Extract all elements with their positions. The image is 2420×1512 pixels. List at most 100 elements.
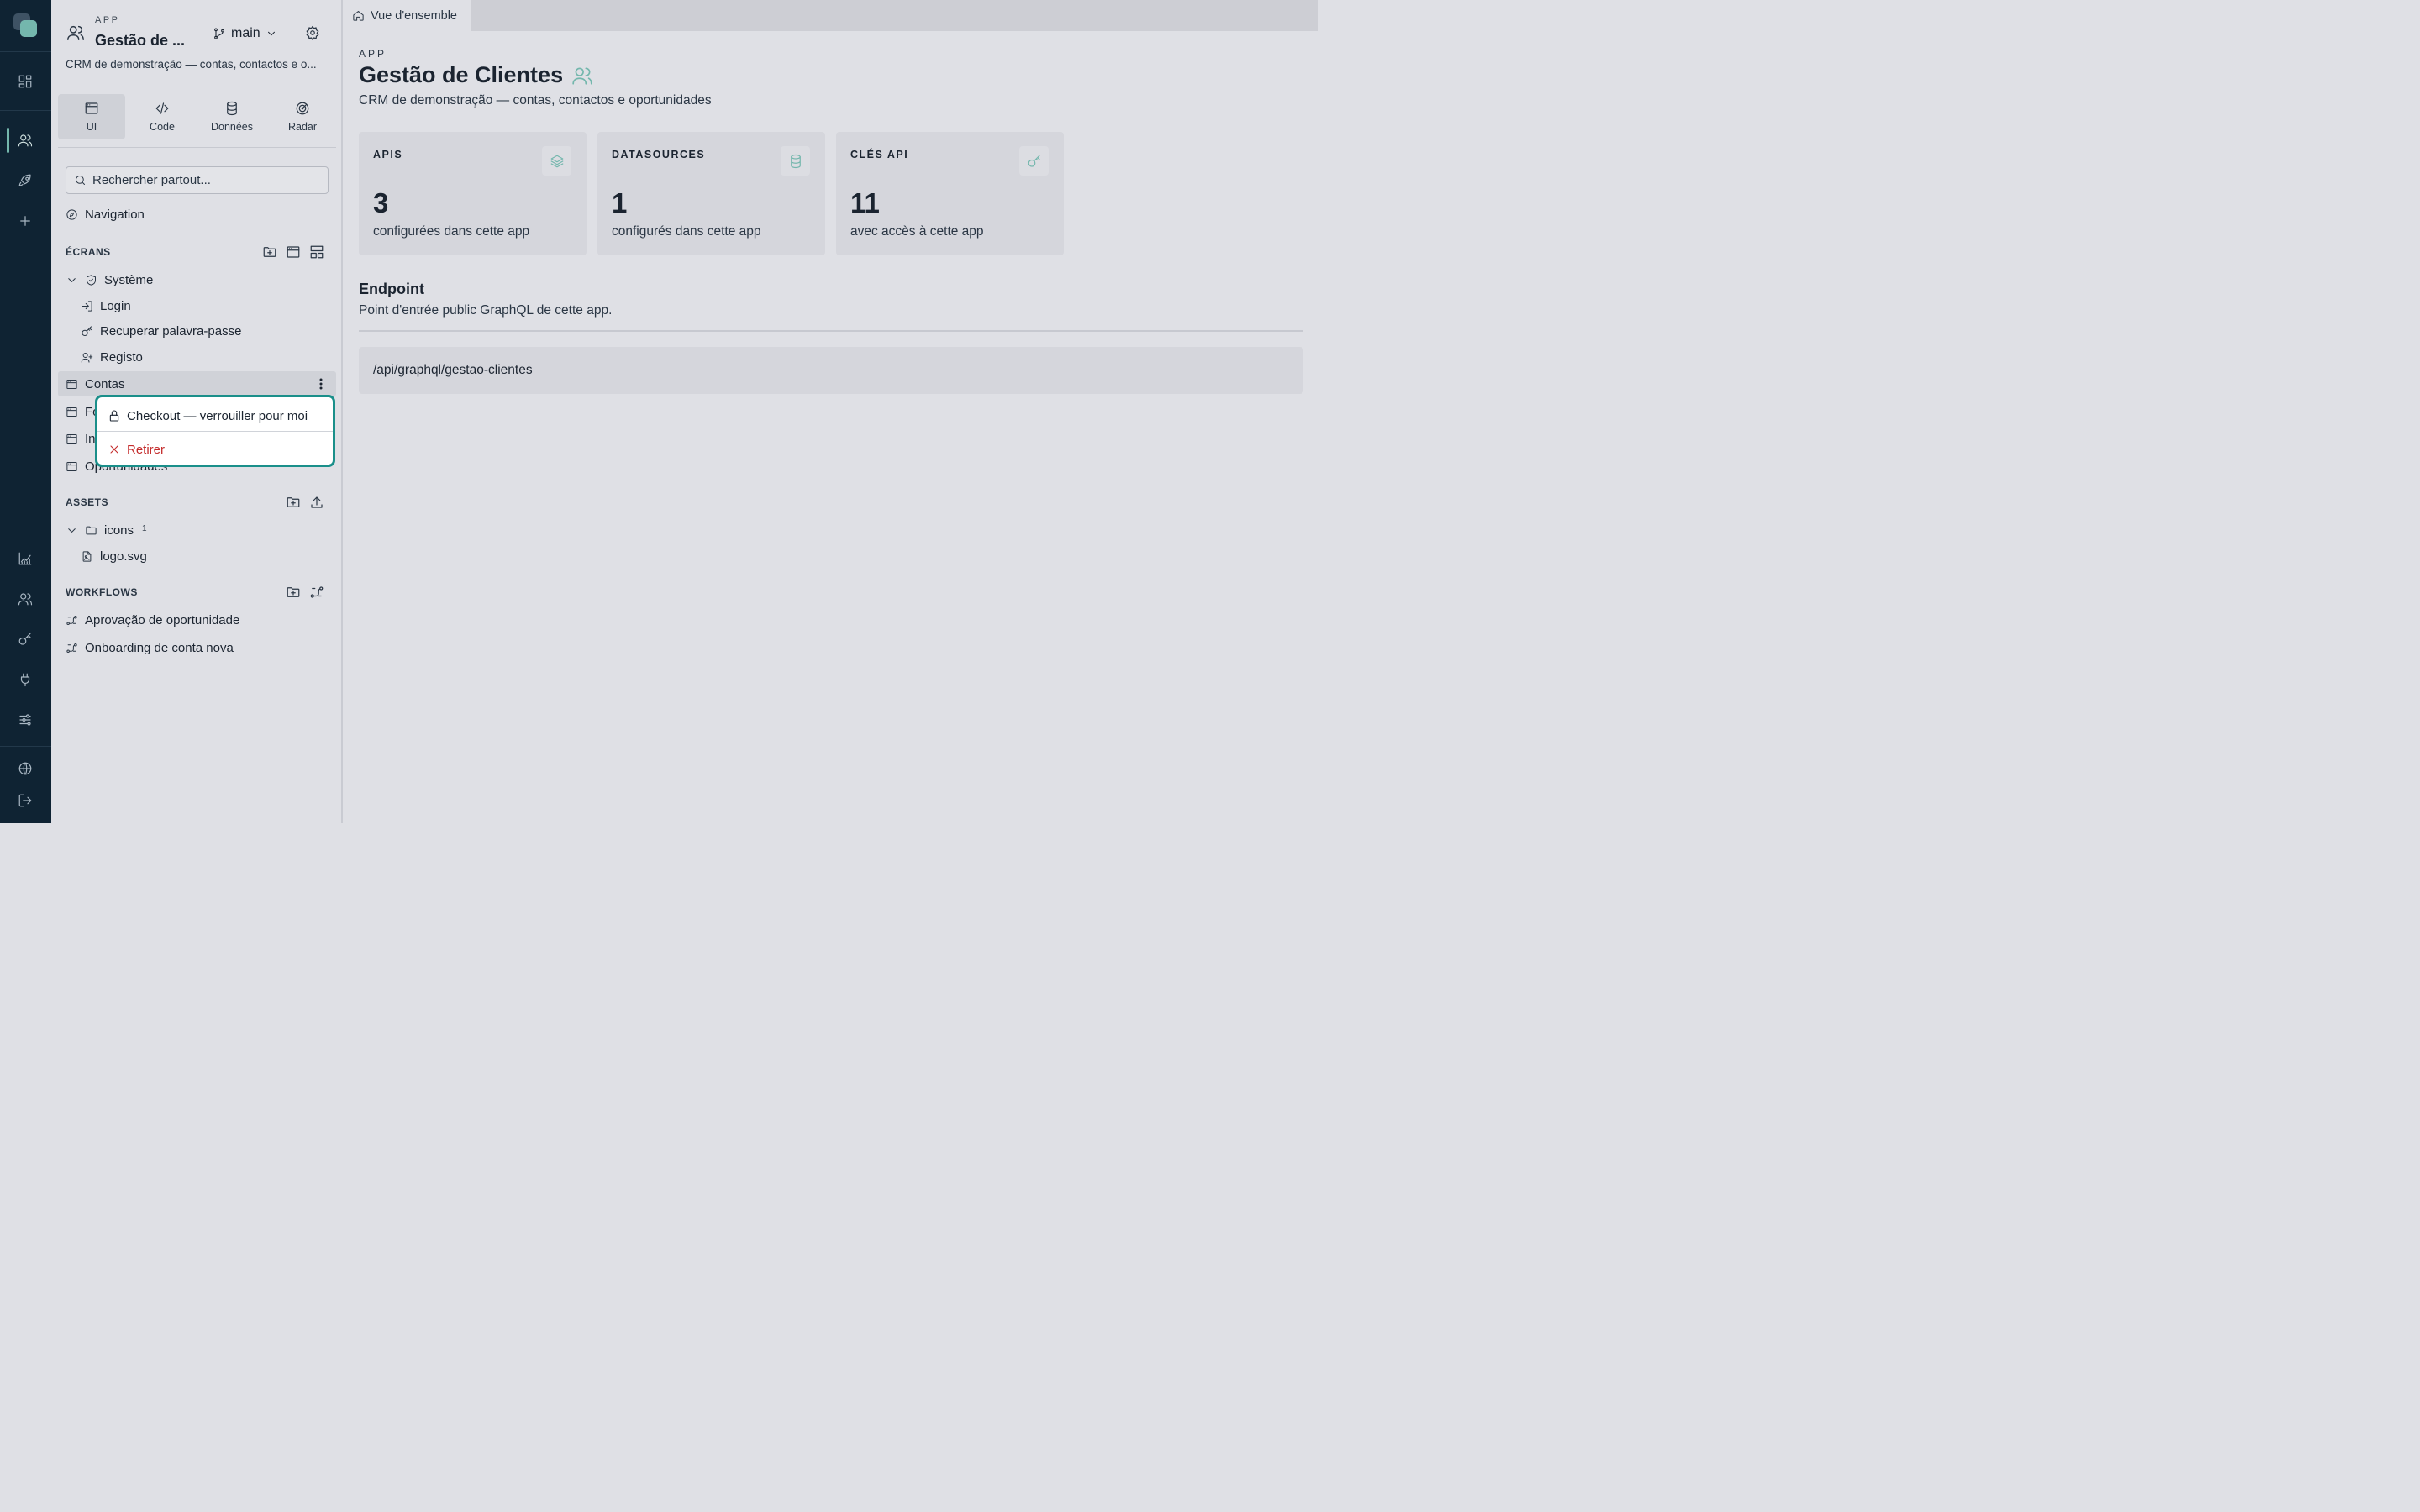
folder-systeme[interactable]: Système [66,270,153,290]
endpoint-heading: Endpoint [359,281,424,297]
plus-icon[interactable] [18,213,33,228]
workflow-item-onboarding[interactable]: Onboarding de conta nova [66,638,234,658]
assets-actions [286,495,324,510]
endpoint-description: Point d'entrée public GraphQL de cette a… [359,303,613,318]
navigation-item[interactable]: Navigation [66,204,145,224]
users-icon [572,66,592,85]
new-folder-icon[interactable] [262,244,277,260]
stat-sub: configurés dans cette app [612,224,761,239]
screen-item-contas[interactable]: Contas [66,374,125,394]
branch-selector[interactable]: main [213,25,277,42]
stat-label: CLÉS API [850,149,909,160]
stat-card-apis: APIS 3 configurées dans cette app [359,132,587,255]
layers-icon [542,146,571,176]
users-icon [66,24,85,42]
screen-item-registo[interactable]: Registo [81,347,143,367]
new-folder-icon[interactable] [286,585,301,600]
screen-label: Registo [100,349,143,365]
screen-label: Recuperar palavra-passe [100,323,242,339]
menu-divider [97,431,333,432]
screen-label: Contas [85,376,125,391]
stat-sub: avec accès à cette app [850,224,984,239]
users-icon[interactable] [18,133,33,148]
stat-label: DATASOURCES [612,149,706,160]
dashboard-icon[interactable] [18,74,33,89]
workflow-icon [66,615,77,625]
home-icon [353,11,364,21]
workflow-icon[interactable] [309,585,324,600]
team-icon[interactable] [18,591,33,606]
main-content: Vue d'ensemble APP Gestão de Clientes CR… [345,0,1318,823]
folder-icon [86,526,97,534]
tab-label: Code [150,121,175,133]
folder-label: Système [104,272,154,287]
sliders-icon[interactable] [18,712,33,727]
chart-icon[interactable] [18,551,33,566]
divider [359,330,1303,332]
stat-value: 3 [373,187,389,218]
workflow-label: Aprovação de oportunidade [85,612,240,627]
globe-icon[interactable] [18,761,33,776]
tab-donnees[interactable]: Données [198,94,266,139]
remove-button[interactable]: Retirer [108,439,165,459]
stat-label: APIS [373,149,403,160]
branch-name: main [231,26,260,40]
asset-item-logo[interactable]: logo.svg [81,546,147,566]
page-kicker: APP [359,48,387,60]
stat-value: 1 [612,187,628,218]
workflow-item-aprovacao[interactable]: Aprovação de oportunidade [66,610,239,630]
database-icon [227,101,237,116]
shield-icon [87,274,96,286]
tab-ui[interactable]: UI [58,94,125,139]
window-icon [66,433,77,444]
upload-icon[interactable] [309,495,324,510]
rocket-icon[interactable] [18,173,33,188]
screen-item-recuperar[interactable]: Recuperar palavra-passe [81,321,241,341]
gear-icon[interactable] [305,25,320,40]
screens-heading: ÉCRANS [66,246,111,258]
remove-label: Retirer [127,442,166,457]
new-folder-icon[interactable] [286,495,301,510]
workflows-actions [286,585,324,600]
chevron-down-icon [68,528,76,533]
chevron-down-icon [267,31,275,36]
window-icon [66,461,77,471]
search-input[interactable] [92,173,319,187]
app-kicker: APP [95,15,120,25]
folder-icons[interactable]: icons 1 [66,520,147,540]
screen-item-in[interactable]: In [66,428,96,449]
git-branch-icon [214,28,224,39]
logout-icon[interactable] [18,793,33,808]
window-icon [85,102,98,114]
compass-icon [66,208,77,220]
editor-tabbar: Vue d'ensemble [345,0,1318,31]
tab-radar[interactable]: Radar [269,94,336,139]
folder-label: icons [104,522,134,538]
screen-label: Login [100,298,131,313]
checkout-lock-button[interactable]: Checkout — verrouiller pour moi [108,406,308,426]
layout-icon[interactable] [309,244,324,260]
more-options-icon[interactable] [315,376,327,391]
tab-code[interactable]: Code [129,94,196,139]
tab-overview[interactable]: Vue d'ensemble [345,0,471,31]
rail-active-indicator [7,128,9,153]
plug-icon[interactable] [18,672,33,687]
context-menu: Checkout — verrouiller pour moi Retirer [95,395,335,467]
search-icon [76,176,85,185]
left-rail [0,0,51,823]
search-field[interactable] [66,166,329,194]
key-icon[interactable] [18,632,33,647]
screen-item-login[interactable]: Login [81,296,131,316]
tab-label: UI [86,121,97,133]
new-screen-icon[interactable] [286,244,301,260]
app-name: Gestão de ... [95,32,186,49]
app-header: APP Gestão de ... main CRM de demonstraç… [51,0,343,87]
navigation-label: Navigation [85,207,145,222]
radar-icon [296,102,309,115]
folder-count: 1 [142,523,147,533]
screen-label: In [85,431,96,446]
endpoint-url[interactable]: /api/graphql/gestao-clientes [359,347,1303,394]
logo[interactable] [13,13,39,39]
tab-label: Vue d'ensemble [371,8,457,23]
tab-label: Radar [287,121,318,133]
